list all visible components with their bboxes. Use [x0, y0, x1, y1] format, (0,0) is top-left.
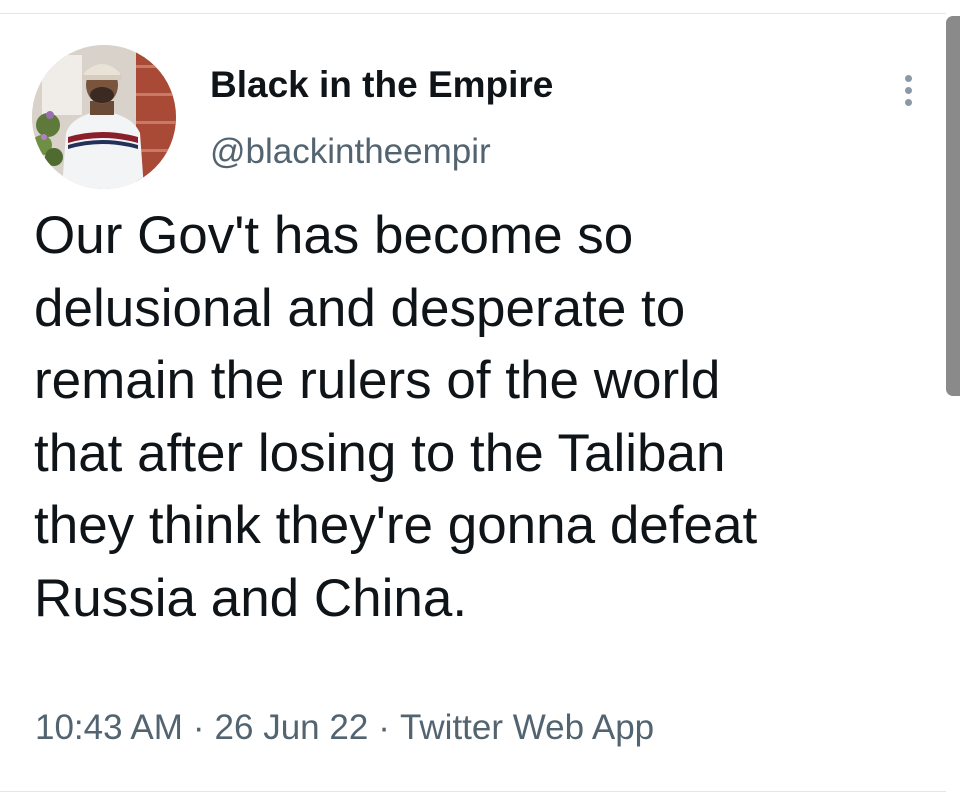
- meta-separator: ·: [378, 708, 390, 747]
- avatar[interactable]: [32, 45, 176, 189]
- top-divider: [0, 13, 946, 14]
- profile-photo: [32, 45, 176, 189]
- tweet-text-line: Our Gov't has become so: [34, 206, 634, 265]
- tweet-date[interactable]: 26 Jun 22: [215, 708, 369, 747]
- tweet-time[interactable]: 10:43 AM: [35, 708, 183, 747]
- meta-separator: ·: [192, 708, 205, 747]
- tweet-meta: 10:43 AM · 26 Jun 22 · Twitter Web App: [35, 706, 654, 750]
- tweet-text-line: that after losing to the Taliban: [34, 423, 726, 483]
- more-options-icon-dot: [904, 98, 912, 106]
- tweet-source[interactable]: Twitter Web App: [400, 708, 654, 747]
- scrollbar-thumb[interactable]: [946, 16, 960, 396]
- tweet-text-line: Russia and China.: [34, 568, 468, 628]
- tweet-text-line: they think they're gonna defeat: [34, 496, 758, 555]
- display-name[interactable]: Black in the Empire: [210, 62, 553, 108]
- more-options-icon-dot: [904, 86, 912, 94]
- user-handle[interactable]: @blackintheempir: [210, 130, 491, 174]
- bottom-divider: [0, 791, 946, 792]
- more-options-button[interactable]: [886, 64, 930, 116]
- tweet-text-line: remain the rulers of the world: [34, 351, 721, 410]
- tweet-text: Our Gov't has become so delusional and d…: [34, 200, 939, 635]
- more-options-icon: [904, 74, 912, 82]
- tweet-text-line: delusional and desperate to: [34, 278, 686, 338]
